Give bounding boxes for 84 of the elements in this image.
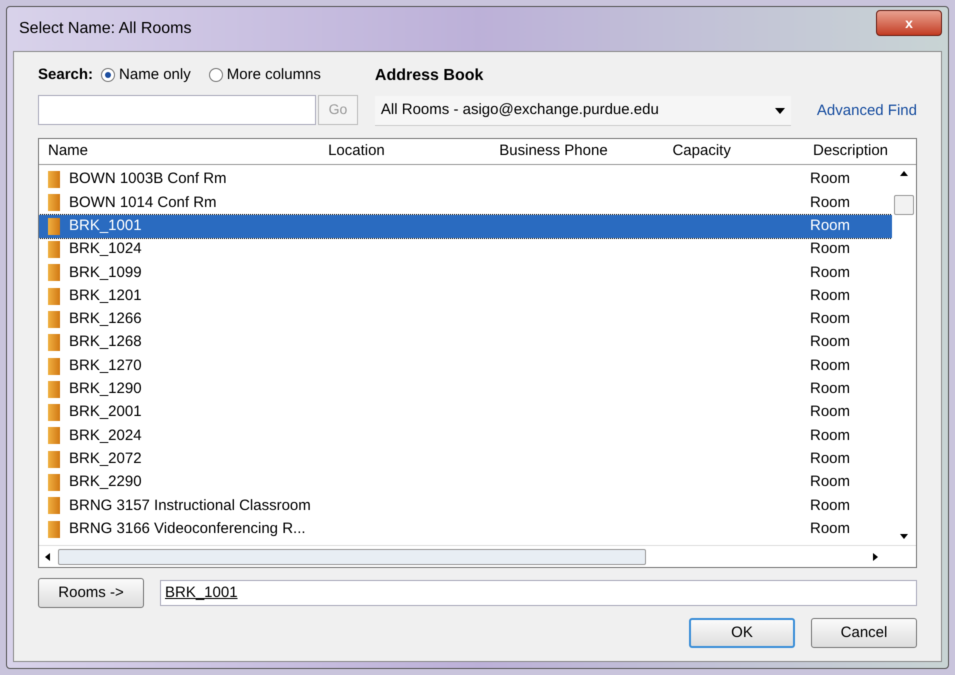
room-name: BRNG 3157 Instructional Classroom xyxy=(69,496,312,516)
room-name: BRNG 3166 Videoconferencing R... xyxy=(69,518,307,539)
radio-option[interactable]: Name only xyxy=(101,64,191,86)
table-row[interactable]: BRK_1268 Room xyxy=(39,331,892,354)
room-description: Room xyxy=(810,286,850,306)
room-icon xyxy=(48,497,60,514)
table-row[interactable]: BOWN 1014 Conf Rm Room xyxy=(39,191,892,215)
room-description: Room xyxy=(810,448,850,469)
table-row[interactable]: BRK_2290 Room xyxy=(39,470,892,494)
address-book-label: Address Book xyxy=(374,66,484,86)
room-name: BRK_1266 xyxy=(69,309,143,330)
room-icon xyxy=(48,358,60,375)
address-book-dropdown[interactable]: All Rooms - asigo@exchange.purdue.edu xyxy=(374,96,791,126)
table-row[interactable]: BRNG 3157 Instructional Classroom Room xyxy=(39,494,892,518)
room-name: BRK_1268 xyxy=(69,332,143,352)
room-icon xyxy=(48,194,60,212)
dialog-button[interactable]: OK xyxy=(689,618,795,648)
room-icon xyxy=(48,450,60,468)
room-description: Room xyxy=(810,356,850,376)
room-name: BRK_1201 xyxy=(69,286,143,306)
room-icon xyxy=(48,310,60,328)
table-row[interactable]: BRK_1099 Room xyxy=(39,261,892,284)
room-description: Room xyxy=(810,402,850,422)
table-row[interactable]: BRK_2072 Room xyxy=(39,448,892,471)
room-icon xyxy=(48,380,60,398)
table-row[interactable]: BRK_2001 Room xyxy=(39,400,892,424)
room-description: Room xyxy=(810,262,850,283)
advanced-find-link[interactable]: Advanced Find xyxy=(816,100,917,122)
room-name: BRK_2001 xyxy=(69,402,143,422)
room-name: BRK_1024 xyxy=(69,239,143,260)
room-description: Room xyxy=(810,192,850,213)
table-row[interactable]: BRK_2024 Room xyxy=(39,424,892,448)
rooms-button[interactable]: Rooms -> xyxy=(38,578,144,608)
room-name: BRK_2024 xyxy=(69,426,143,446)
room-icon xyxy=(48,241,60,258)
room-icon xyxy=(48,288,60,305)
table-row[interactable]: BRK_1266 Room xyxy=(39,308,892,332)
column-header[interactable]: Capacity xyxy=(672,140,813,163)
table-row[interactable]: BOWN 1003B Conf Rm Room xyxy=(39,168,892,192)
room-name: BRK_1001 xyxy=(69,216,143,236)
column-header[interactable]: Location xyxy=(328,140,500,163)
room-icon xyxy=(48,264,60,282)
room-icon xyxy=(48,218,60,235)
room-name: BRK_1099 xyxy=(69,262,143,283)
window-title: Select Name: All Rooms xyxy=(19,19,192,39)
room-icon xyxy=(48,427,60,444)
table-row[interactable]: BRK_1024 Room xyxy=(39,238,892,262)
dropdown-arrow-icon xyxy=(774,108,785,114)
table-row[interactable]: BRK_1290 Room xyxy=(39,378,892,401)
column-header[interactable]: Name xyxy=(48,140,328,163)
room-icon xyxy=(48,171,60,188)
search-label: Search: xyxy=(38,65,94,85)
room-icon xyxy=(48,404,60,422)
search-field[interactable] xyxy=(38,94,316,124)
radio-option[interactable]: More columns xyxy=(208,64,321,86)
room-description: Room xyxy=(810,169,850,190)
column-header[interactable]: Description xyxy=(812,140,907,163)
room-description: Room xyxy=(810,379,850,400)
room-description: Room xyxy=(810,518,850,539)
room-icon xyxy=(48,474,60,491)
column-header[interactable]: Business Phone xyxy=(499,140,672,163)
room-name: BRK_1270 xyxy=(69,356,143,376)
room-icon xyxy=(48,520,60,538)
room-description: Room xyxy=(810,496,850,516)
room-description: Room xyxy=(810,239,850,260)
horizontal-scrollbar[interactable] xyxy=(39,545,916,567)
room-icon xyxy=(48,334,60,352)
room-description: Room xyxy=(810,472,850,492)
table-row[interactable]: BRK_1270 Room xyxy=(39,354,892,378)
table-row[interactable]: BRK_1001 Room xyxy=(39,214,892,238)
room-name: BRK_1290 xyxy=(69,379,143,400)
room-name: BOWN 1003B Conf Rm xyxy=(69,169,228,190)
rooms-field[interactable]: BRK_1001 xyxy=(160,580,917,606)
room-name: BRK_2072 xyxy=(69,448,143,469)
close-button[interactable]: x xyxy=(876,10,942,36)
room-name: BOWN 1014 Conf Rm xyxy=(69,192,218,213)
room-description: Room xyxy=(810,426,850,446)
table-row[interactable]: BRNG 3166 Videoconferencing R... Room xyxy=(39,517,892,541)
room-description: Room xyxy=(810,309,850,330)
room-description: Room xyxy=(810,332,850,352)
table-row[interactable]: BRK_1201 Room xyxy=(39,284,892,308)
room-description: Room xyxy=(810,216,850,236)
room-name: BRK_2290 xyxy=(69,472,143,492)
dialog-button[interactable]: Cancel xyxy=(811,618,917,648)
